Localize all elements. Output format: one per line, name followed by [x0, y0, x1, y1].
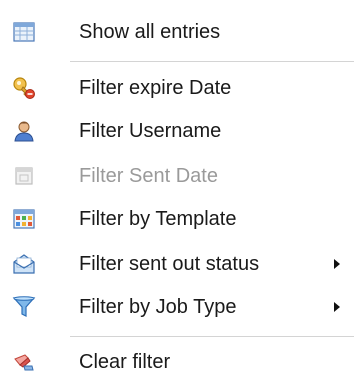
menu-item-show-all-entries[interactable]: Show all entries: [0, 14, 356, 50]
envelope-icon: [12, 252, 36, 276]
context-menu: Show all entries Filter expire Date Filt…: [0, 0, 356, 376]
menu-item-label: Filter by Template: [79, 208, 237, 230]
menu-separator: [70, 336, 354, 337]
menu-item-label: Show all entries: [79, 21, 221, 43]
menu-item-filter-by-job-type[interactable]: Filter by Job Type: [0, 289, 356, 325]
submenu-arrow-icon: [334, 259, 340, 269]
table-icon: [12, 20, 36, 44]
key-icon: [12, 76, 36, 100]
template-grid-icon: [12, 207, 36, 231]
calendar-icon: [12, 164, 36, 188]
clear-filter-icon: [12, 350, 36, 374]
menu-item-filter-username[interactable]: Filter Username: [0, 113, 356, 149]
menu-item-label: Filter Sent Date: [79, 165, 218, 187]
menu-item-label: Filter sent out status: [79, 253, 260, 275]
menu-item-clear-filter[interactable]: Clear filter: [0, 344, 356, 376]
funnel-icon: [12, 295, 36, 319]
menu-item-label: Filter by Job Type: [79, 296, 237, 318]
submenu-arrow-icon: [334, 302, 340, 312]
menu-item-filter-expire-date[interactable]: Filter expire Date: [0, 70, 356, 106]
menu-item-filter-sent-date[interactable]: Filter Sent Date: [0, 158, 356, 194]
user-icon: [12, 119, 36, 143]
menu-item-label: Filter Username: [79, 120, 222, 142]
menu-item-label: Clear filter: [79, 351, 171, 373]
menu-item-filter-sent-out-status[interactable]: Filter sent out status: [0, 246, 356, 282]
menu-item-label: Filter expire Date: [79, 77, 232, 99]
menu-separator: [70, 61, 354, 62]
menu-item-filter-by-template[interactable]: Filter by Template: [0, 201, 356, 237]
